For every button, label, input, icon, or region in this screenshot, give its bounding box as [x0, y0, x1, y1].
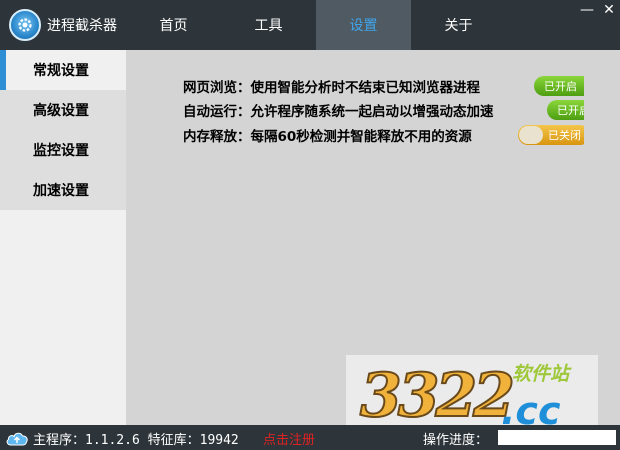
toggle-label: 已开启 [544, 80, 577, 93]
setting-description: ：允许程序随系统一起启动以增强动态加速 [237, 104, 494, 120]
memory-release-toggle[interactable]: 已关闭 [518, 125, 584, 145]
toggle-label: 已开启 [557, 104, 584, 117]
sidebar-item-speedup[interactable]: 加速设置 [0, 170, 126, 210]
signature-db-version: 特征库：19942 [147, 433, 239, 448]
toggle-clip: 已开启 [547, 100, 584, 122]
operation-progress-bar [498, 430, 616, 445]
toggle-label: 已关闭 [548, 129, 581, 142]
watermark-site-label: 软件站 [512, 363, 570, 385]
main-tabs: 首页 工具 设置 关于 [126, 0, 506, 50]
setting-label: 网页浏览 [183, 80, 237, 96]
program-version: 主程序：1.1.2.6 [33, 433, 140, 448]
toggle-knob [519, 126, 543, 144]
app-window: 进程截杀器 首页 工具 设置 关于 — ✕ 常规设置 高级设置 监控设置 加速设… [0, 0, 620, 450]
close-button[interactable]: ✕ [599, 0, 619, 20]
setting-row-auto-run: 自动运行 ：允许程序随系统一起启动以增强动态加速 [183, 99, 494, 121]
toggle-clip: 已开启 [534, 76, 584, 98]
toggle-clip: 已关闭 [518, 125, 584, 147]
tab-settings[interactable]: 设置 [316, 0, 411, 50]
setting-label: 内存释放 [183, 129, 237, 145]
tab-home[interactable]: 首页 [126, 0, 221, 50]
watermark-number: 3322 [359, 360, 516, 432]
sidebar-item-advanced[interactable]: 高级设置 [0, 90, 126, 130]
register-link[interactable]: 点击注册 [263, 429, 315, 448]
setting-description: ：每隔60秒检测并智能释放不用的资源 [237, 129, 472, 145]
app-title: 进程截杀器 [47, 18, 117, 34]
gear-logo-icon [9, 9, 41, 41]
setting-row-web-browsing: 网页浏览 ：使用智能分析时不结束已知浏览器进程 [183, 75, 480, 97]
title-bar: 进程截杀器 首页 工具 设置 关于 — ✕ [0, 0, 620, 50]
minimize-button[interactable]: — [577, 0, 597, 20]
sidebar-item-general[interactable]: 常规设置 [0, 50, 126, 90]
version-info: 主程序：1.1.2.6 特征库：19942 [33, 429, 239, 448]
sidebar-item-monitor[interactable]: 监控设置 [0, 130, 126, 170]
settings-sidebar: 常规设置 高级设置 监控设置 加速设置 [0, 50, 126, 425]
setting-description: ：使用智能分析时不结束已知浏览器进程 [237, 80, 480, 96]
setting-label: 自动运行 [183, 104, 237, 120]
tab-about[interactable]: 关于 [411, 0, 506, 50]
web-browsing-toggle[interactable]: 已开启 [534, 76, 584, 96]
auto-run-toggle[interactable]: 已开启 [547, 100, 584, 120]
gear-icon [18, 18, 32, 32]
cloud-icon [6, 432, 28, 446]
tab-tools[interactable]: 工具 [221, 0, 316, 50]
setting-row-memory-release: 内存释放 ：每隔60秒检测并智能释放不用的资源 [183, 124, 472, 146]
status-bar: 主程序：1.1.2.6 特征库：19942 点击注册 操作进度： [0, 425, 620, 450]
app-header: 进程截杀器 [0, 0, 126, 50]
progress-label: 操作进度： [423, 433, 489, 448]
